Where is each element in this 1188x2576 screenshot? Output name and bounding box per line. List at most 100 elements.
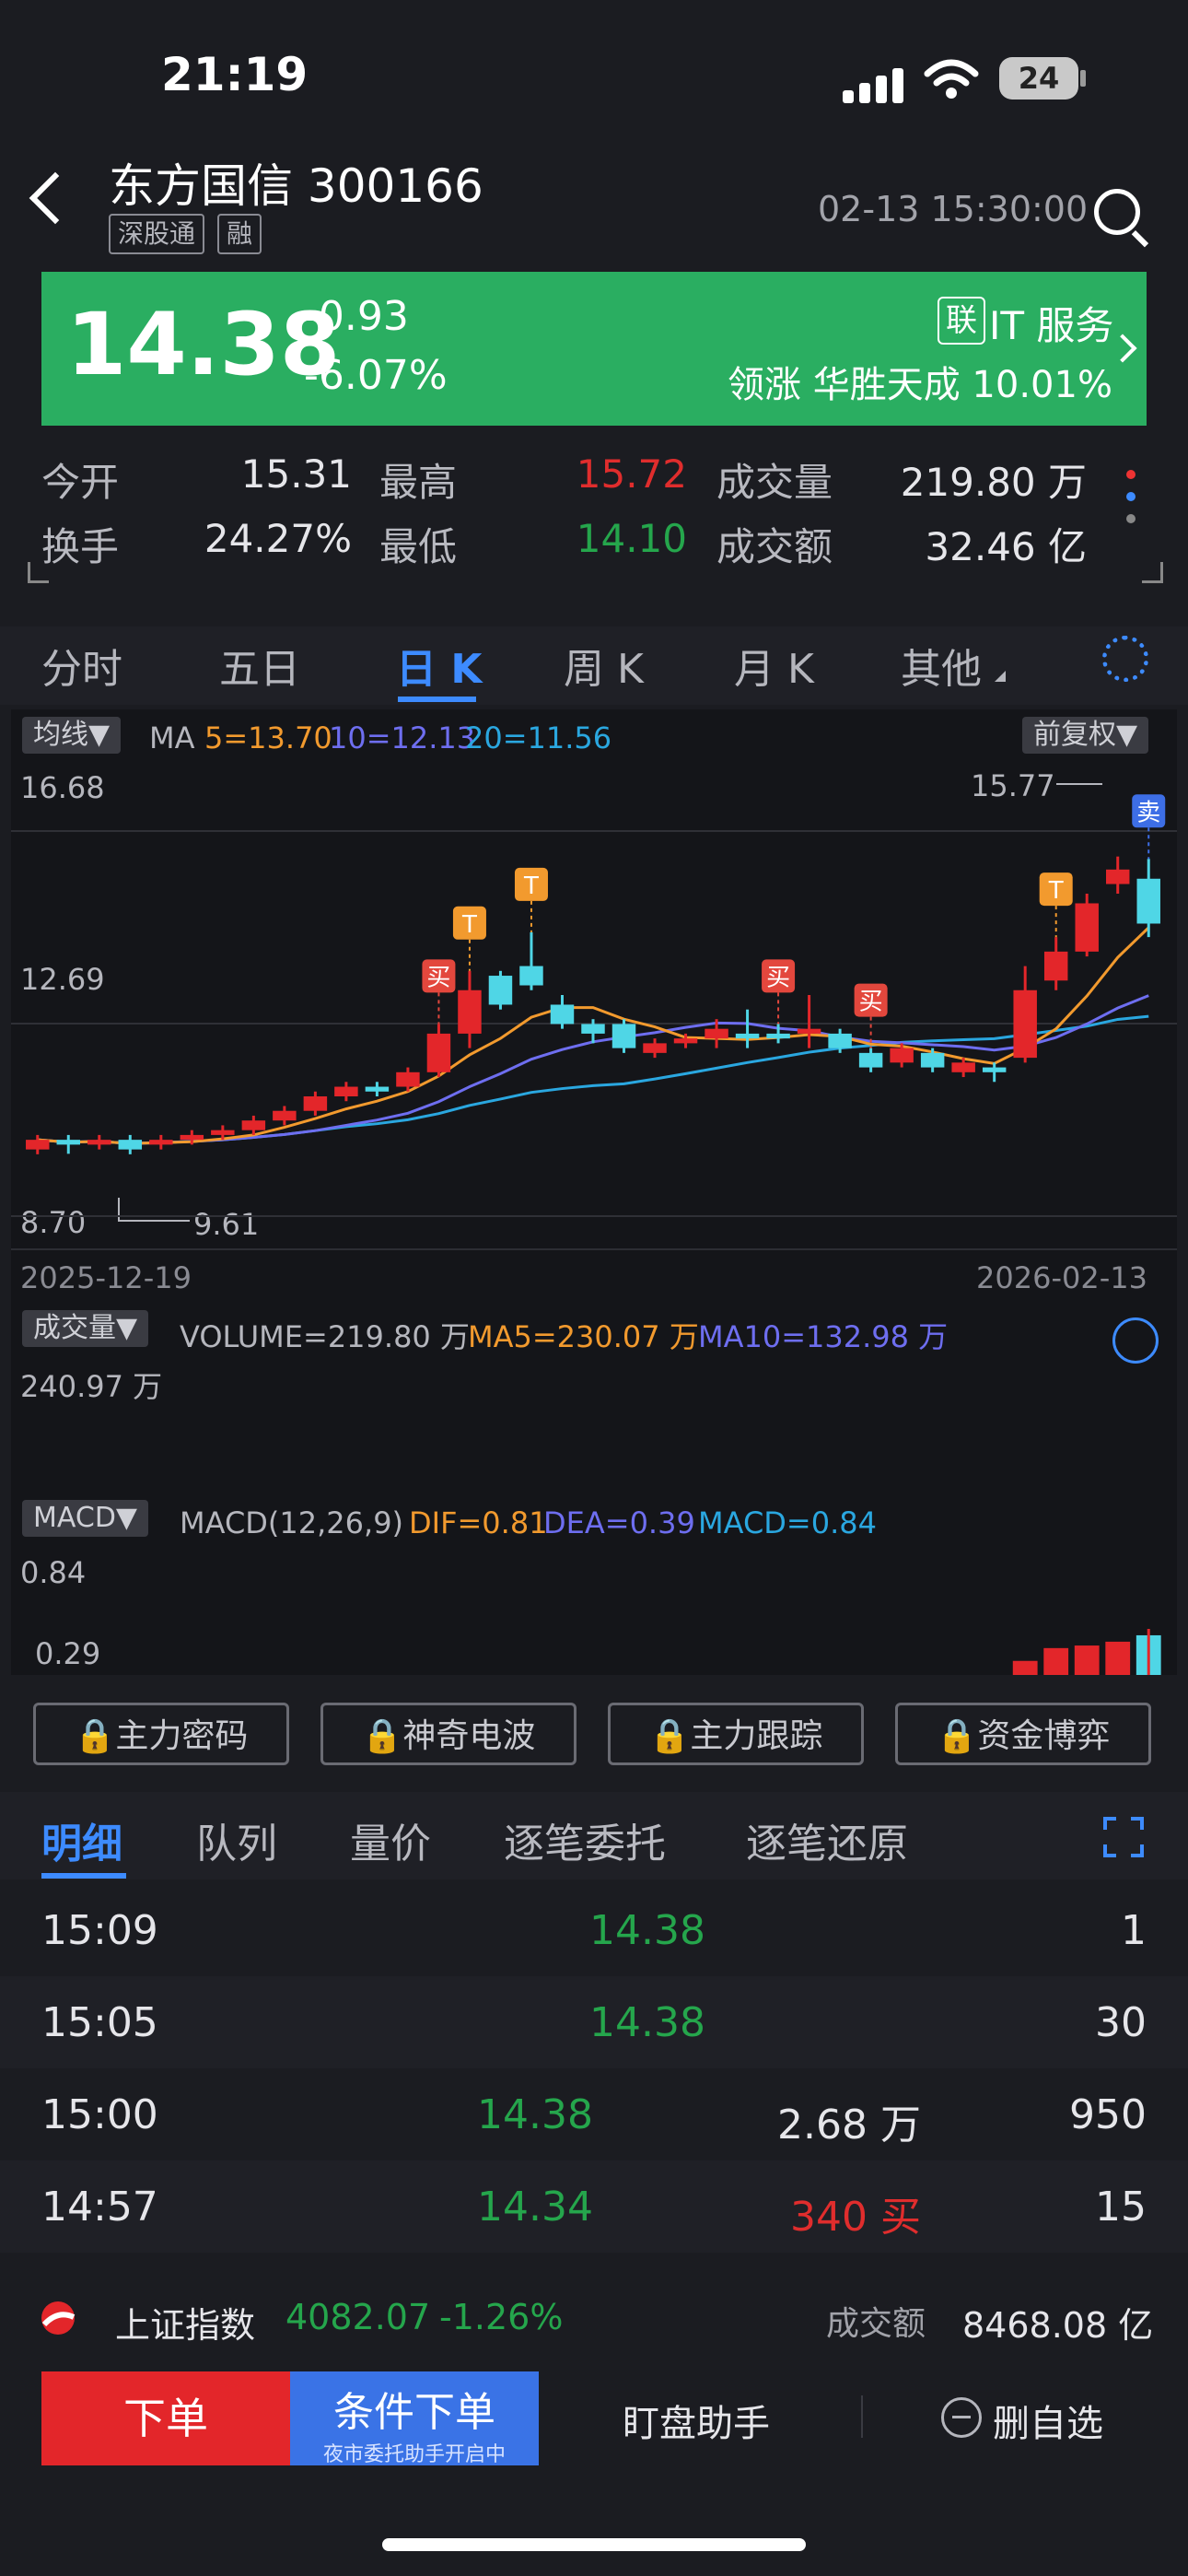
candle-body — [56, 1140, 81, 1145]
order-button[interactable]: 下单 — [41, 2371, 290, 2465]
tab-queue[interactable]: 队列 — [196, 1810, 277, 1869]
home-indicator — [382, 2538, 806, 2551]
candle-body — [890, 1048, 914, 1063]
volume-bar — [1012, 1660, 1038, 1675]
tab-five-day[interactable]: 五日 — [219, 636, 300, 695]
candle-body — [705, 1028, 728, 1039]
settings-gear-icon[interactable] — [1102, 636, 1148, 682]
index-change: -1.26% — [439, 2297, 564, 2337]
tab-weekly-k[interactable]: 周 K — [564, 636, 644, 695]
active-tab-underline — [398, 697, 476, 702]
candle-body — [458, 989, 482, 1034]
conditional-order-button[interactable]: 条件下单 夜市委托助手开启中 — [290, 2371, 539, 2466]
macd-value: MACD=0.84 — [698, 1505, 877, 1540]
low-value: 14.10 — [576, 516, 687, 561]
sector-name[interactable]: IT 服务 — [989, 295, 1113, 351]
more-dots-icon[interactable] — [1122, 465, 1140, 530]
trade-marker-label: 买 — [426, 964, 450, 991]
trade-marker-label: T — [523, 872, 539, 900]
high-value: 15.72 — [576, 451, 687, 497]
watch-helper-button[interactable]: 盯盘助手 — [623, 2394, 770, 2447]
volume-value-label: VOLUME=219.80 万 — [180, 1319, 470, 1354]
sector-tag: 联 — [938, 297, 985, 345]
battery-icon: 24 — [999, 57, 1078, 100]
trade-marker-label: T — [1048, 877, 1064, 905]
candle-body — [735, 1033, 760, 1039]
back-chevron-icon[interactable] — [29, 171, 82, 225]
trade-marker-label: T — [461, 911, 477, 939]
macd-y-top: 0.84 — [20, 1555, 87, 1590]
tag-margin: 融 — [217, 214, 262, 254]
macd-params: MACD(12,26,9) — [180, 1505, 404, 1540]
market-logo-icon — [41, 2301, 76, 2335]
amount-label: 成交额 — [716, 524, 833, 569]
turnover-value: 24.27% — [204, 516, 352, 561]
candle-body — [643, 1043, 667, 1053]
macd-dea: DEA=0.39 — [543, 1505, 695, 1540]
conditional-order-label: 条件下单 — [333, 2389, 495, 2436]
tab-intraday[interactable]: 分时 — [41, 636, 122, 695]
feature-button-main-tracking[interactable]: 🔒主力跟踪 — [608, 1703, 864, 1765]
candle-body — [365, 1086, 390, 1092]
candle-body — [766, 1033, 790, 1039]
macd-dropdown[interactable]: MACD▼ — [22, 1500, 148, 1537]
volume-y-top: 240.97 万 — [20, 1369, 163, 1404]
candle-body — [550, 1004, 575, 1025]
trade-marker-label: 买 — [766, 964, 790, 991]
tab-volume-price[interactable]: 量价 — [350, 1810, 431, 1869]
quote-datetime: 02-13 15:30:00 — [818, 189, 1089, 229]
tab-tick-replay[interactable]: 逐笔还原 — [746, 1810, 908, 1869]
volume-dropdown[interactable]: 成交量▼ — [22, 1310, 149, 1347]
battery-tip — [1080, 70, 1086, 87]
last-price: 14.38 — [66, 295, 341, 395]
lock-icon: 🔒 — [361, 1717, 403, 1755]
candle-body — [1013, 989, 1037, 1059]
candle-body — [982, 1067, 1007, 1072]
remove-watchlist-button[interactable]: 删自选 — [993, 2394, 1103, 2447]
candle-body — [426, 1033, 451, 1072]
volume-value: 219.80 万 — [900, 460, 1087, 505]
tab-tick-orders[interactable]: 逐笔委托 — [504, 1810, 666, 1869]
feature-button-fund-game[interactable]: 🔒资金博弈 — [895, 1703, 1151, 1765]
conditional-order-sub: 夜市委托助手开启中 — [322, 2443, 506, 2466]
fullscreen-icon[interactable] — [1103, 1817, 1144, 1857]
index-name: 上证指数 — [115, 2305, 256, 2346]
candle-body — [396, 1071, 420, 1087]
candle-body — [581, 1024, 605, 1034]
candle-body — [1136, 878, 1160, 924]
lock-icon: 🔒 — [648, 1717, 691, 1755]
volume-bar — [1074, 1645, 1100, 1675]
ma10-line — [37, 994, 1149, 1145]
expand-circle-icon[interactable] — [1112, 1317, 1159, 1364]
tab-other[interactable]: 其他 — [901, 636, 982, 695]
tab-detail[interactable]: 明细 — [41, 1810, 122, 1869]
candle-body — [303, 1096, 328, 1111]
expand-corner-right — [1142, 562, 1163, 583]
candle-body — [118, 1140, 143, 1150]
feature-button-magic-wave[interactable]: 🔒神奇电波 — [320, 1703, 577, 1765]
feature-button-main-password[interactable]: 🔒主力密码 — [33, 1703, 289, 1765]
candle-body — [241, 1120, 266, 1130]
turnover-label: 换手 — [41, 524, 120, 569]
tab-monthly-k[interactable]: 月 K — [734, 636, 814, 695]
trade-row: 15:05 14.38 30 — [0, 1976, 1188, 2068]
candle-body — [1043, 951, 1068, 981]
open-label: 今开 — [41, 460, 120, 505]
trade-row: 15:00 14.38 2.68 万 950 — [41, 2091, 1147, 2149]
high-label: 最高 — [379, 460, 458, 505]
tab-daily-k[interactable]: 日 K — [396, 636, 482, 695]
price-change-pct: -6.07% — [304, 352, 448, 399]
candle-body — [87, 1140, 111, 1145]
trade-row: 15:09 14.38 1 — [41, 1907, 1147, 1954]
macd-y-mid: 0.29 — [35, 1636, 101, 1671]
candle-body — [180, 1134, 204, 1141]
candle-body — [273, 1110, 297, 1121]
search-icon[interactable] — [1094, 189, 1140, 235]
index-value: 4082.07 — [285, 2297, 431, 2337]
tag-shengutong: 深股通 — [109, 214, 205, 254]
wifi-icon — [924, 59, 979, 99]
candle-body — [519, 966, 543, 986]
candle-body — [26, 1140, 50, 1150]
volume-bar — [1043, 1647, 1069, 1675]
volume-ma10-label: MA10=132.98 万 — [698, 1319, 949, 1354]
